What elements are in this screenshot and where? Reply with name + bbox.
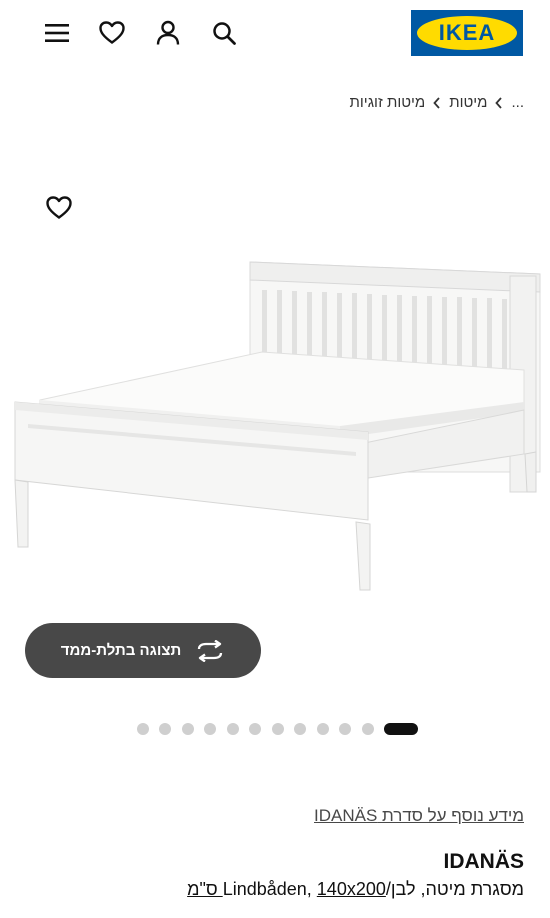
carousel-dot[interactable] — [204, 723, 216, 735]
product-name: IDANÄS — [443, 850, 524, 873]
breadcrumb-item-beds[interactable]: מיטות — [449, 94, 487, 111]
view-3d-button[interactable]: תצוגה בתלת-ממד — [25, 623, 261, 678]
carousel-dot[interactable] — [294, 723, 306, 735]
rotate-icon — [195, 639, 225, 662]
carousel-dot[interactable] — [226, 723, 239, 735]
search-icon[interactable] — [207, 16, 241, 50]
chevron-right-icon — [495, 96, 503, 109]
breadcrumb-item-more[interactable]: ... — [511, 94, 524, 111]
product-description: מסגרת מיטה, לבן/Lindbåden, 140x200 ס"מ — [187, 879, 524, 900]
product-image[interactable] — [0, 240, 550, 600]
series-info-link[interactable]: מידע נוסף על סדרת IDANÄS — [314, 806, 524, 826]
heart-icon — [46, 196, 72, 219]
carousel-dot[interactable] — [271, 723, 284, 735]
carousel-dot-active[interactable] — [384, 723, 418, 735]
breadcrumb-item-double-beds[interactable]: מיטות זוגיות — [350, 94, 426, 111]
add-to-favorites-button[interactable] — [41, 190, 77, 226]
carousel-dot[interactable] — [249, 723, 261, 735]
carousel-dot[interactable] — [339, 723, 351, 735]
user-icon[interactable] — [151, 16, 185, 50]
menu-icon[interactable] — [40, 16, 74, 50]
header: IKEA — [0, 0, 550, 72]
image-carousel-dots — [0, 722, 550, 736]
logo-text: IKEA — [438, 20, 496, 45]
carousel-dot[interactable] — [159, 723, 171, 735]
logo-oval: IKEA — [417, 16, 517, 50]
ikea-logo[interactable]: IKEA — [411, 10, 523, 56]
carousel-dot[interactable] — [136, 723, 149, 735]
heart-icon[interactable] — [95, 16, 129, 50]
breadcrumb: ... מיטות מיטות זוגיות — [350, 94, 524, 111]
view-3d-label: תצוגה בתלת-ממד — [60, 642, 182, 659]
chevron-right-icon — [433, 96, 441, 109]
carousel-dot[interactable] — [316, 723, 329, 735]
carousel-dot[interactable] — [181, 723, 194, 735]
carousel-dot[interactable] — [361, 723, 374, 735]
